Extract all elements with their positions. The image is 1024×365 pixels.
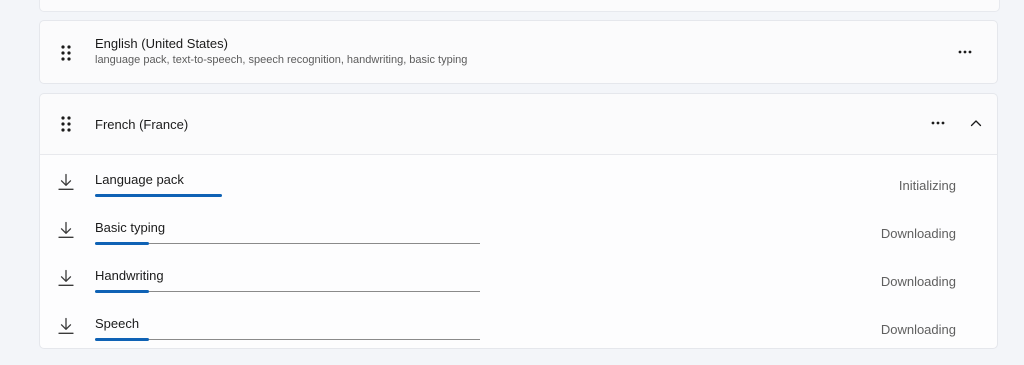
- collapse-button[interactable]: [962, 111, 990, 135]
- drag-handle-icon[interactable]: [60, 115, 72, 133]
- download-icon: [58, 269, 74, 286]
- language-name: French (France): [95, 117, 189, 132]
- more-options-button[interactable]: [951, 40, 979, 64]
- download-row-language-pack: Language pack Initializing: [40, 158, 997, 206]
- progress-fill: [95, 194, 223, 197]
- download-icon: [58, 221, 74, 238]
- download-label: Handwriting: [95, 268, 164, 283]
- download-row-handwriting: Handwriting Downloading: [40, 254, 997, 302]
- progress-fill: [95, 290, 149, 293]
- progress-bar: [95, 290, 480, 293]
- previous-card-edge: [39, 0, 1000, 12]
- language-features: language pack, text-to-speech, speech re…: [95, 54, 468, 66]
- progress-fill: [95, 338, 149, 341]
- language-item-english[interactable]: English (United States) language pack, t…: [39, 20, 998, 84]
- download-label: Speech: [95, 316, 140, 331]
- more-horizontal-icon: [931, 121, 945, 125]
- chevron-up-icon: [970, 120, 982, 127]
- progress-bar: [95, 194, 480, 197]
- language-item-french[interactable]: French (France): [39, 93, 998, 155]
- language-name: English (United States): [95, 36, 228, 51]
- more-horizontal-icon: [958, 50, 972, 54]
- progress-bar: [95, 338, 480, 341]
- download-list: Language pack Initializing Basic typing …: [39, 155, 998, 349]
- download-row-speech: Speech Downloading: [40, 302, 997, 350]
- download-icon: [58, 173, 74, 190]
- download-status: Downloading: [880, 226, 956, 241]
- download-status: Downloading: [880, 274, 956, 289]
- progress-fill: [95, 242, 149, 245]
- download-status: Downloading: [880, 322, 956, 337]
- download-status: Initializing: [898, 178, 956, 193]
- more-options-button[interactable]: [924, 111, 952, 135]
- drag-handle-icon[interactable]: [60, 44, 72, 62]
- download-icon: [58, 317, 74, 334]
- download-label: Language pack: [95, 172, 184, 187]
- download-row-basic-typing: Basic typing Downloading: [40, 206, 997, 254]
- download-label: Basic typing: [95, 220, 166, 235]
- progress-bar: [95, 242, 480, 245]
